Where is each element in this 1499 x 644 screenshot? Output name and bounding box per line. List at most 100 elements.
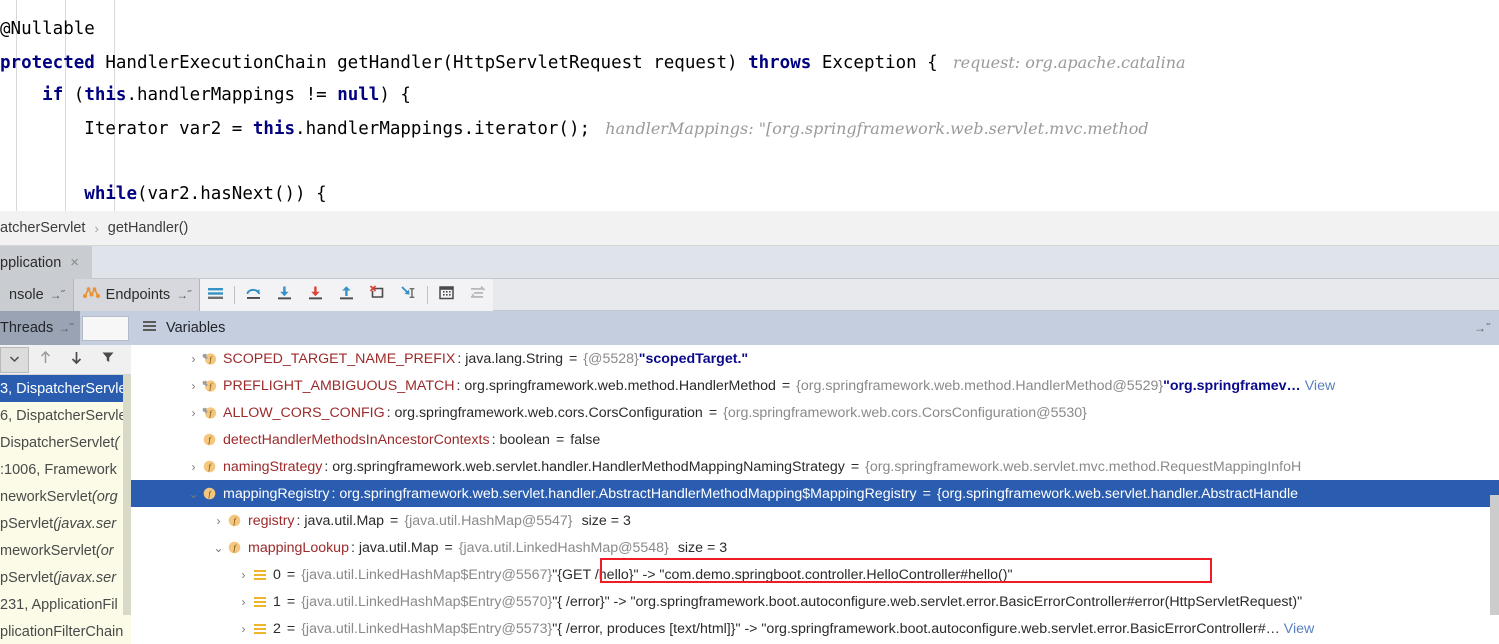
close-icon[interactable]: × bbox=[70, 254, 79, 271]
frame-item[interactable]: plicationFilterChain bbox=[0, 618, 131, 644]
variable-tail-value: "{GET /hello}" -> "com.demo.springboot.c… bbox=[552, 566, 1013, 583]
frames-panel[interactable]: Threads →˝ 3, DispatcherServle 6, Dispat… bbox=[0, 311, 131, 644]
variable-ref: {@5528} bbox=[583, 350, 639, 367]
expand-collapse-icon[interactable]: ⌄ bbox=[211, 541, 226, 555]
code-line[interactable] bbox=[0, 145, 1499, 178]
frame-item[interactable]: DispatcherServlet ( bbox=[0, 429, 131, 456]
variable-row[interactable]: › f SCOPED_TARGET_NAME_PREFIX: java.lang.S… bbox=[131, 345, 1499, 372]
frames-dropdown[interactable] bbox=[0, 346, 29, 373]
frames-down-button[interactable] bbox=[62, 347, 91, 373]
frame-item-package: ( bbox=[114, 434, 120, 451]
frames-scrollbar[interactable] bbox=[123, 375, 131, 615]
variable-row[interactable]: › 0 = {java.util.LinkedHashMap$Entry@5567} … bbox=[131, 561, 1499, 588]
frame-item[interactable]: 6, DispatcherServle bbox=[0, 402, 131, 429]
code-token: (var2.hasNext()) { bbox=[136, 184, 327, 204]
variable-name: 0 bbox=[273, 566, 281, 583]
code-token: .handlerMappings.iterator(); bbox=[295, 119, 591, 139]
mute-breakpoints-icon bbox=[468, 284, 487, 306]
evaluate-expression-button[interactable] bbox=[431, 279, 462, 311]
variables-scrollbar[interactable] bbox=[1490, 495, 1499, 615]
run-to-cursor-button[interactable] bbox=[393, 279, 424, 311]
variable-type: : java.util.Map bbox=[350, 539, 439, 556]
tab-threads-pin-icon[interactable]: →˝ bbox=[58, 321, 73, 335]
drop-frame-button[interactable] bbox=[362, 279, 393, 311]
expand-icon[interactable]: › bbox=[186, 352, 201, 366]
tab-endpoints[interactable]: Endpoints →˝ bbox=[73, 278, 201, 311]
variable-equals: = bbox=[390, 512, 399, 529]
code-token: ( bbox=[73, 85, 85, 105]
variable-row[interactable]: ⌄ f mappingLookup: java.util.Map = {java.uti… bbox=[131, 534, 1499, 561]
frame-item[interactable]: 231, ApplicationFil bbox=[0, 591, 131, 618]
frame-item[interactable]: pServlet (javax.ser bbox=[0, 564, 131, 591]
variable-row[interactable]: › f PREFLIGHT_AMBIGUOUS_MATCH: org.springf… bbox=[131, 372, 1499, 399]
frame-item-package: (or bbox=[95, 542, 114, 559]
variables-tree[interactable]: › f SCOPED_TARGET_NAME_PREFIX: java.lang.S… bbox=[131, 345, 1499, 644]
breadcrumb-item-method[interactable]: getHandler() bbox=[108, 220, 189, 236]
frame-item-label: neworkServlet bbox=[0, 488, 92, 505]
step-into-button[interactable] bbox=[269, 279, 300, 311]
variable-row[interactable]: ⌄ f mappingRegistry: org.springframework.w… bbox=[131, 480, 1499, 507]
tab-threads[interactable]: Threads →˝ bbox=[0, 311, 81, 345]
breadcrumb[interactable]: atcherServlet › getHandler() bbox=[0, 211, 1499, 246]
expand-icon[interactable]: › bbox=[211, 514, 226, 528]
code-editor[interactable]: @Nullable protected HandlerExecutionChain… bbox=[0, 0, 1499, 211]
variable-row[interactable]: › f registry: java.util.Map = {java.util.Has… bbox=[131, 507, 1499, 534]
expand-icon[interactable]: › bbox=[186, 406, 201, 420]
thread-selector[interactable] bbox=[82, 315, 129, 341]
variable-row[interactable]: › f ALLOW_CORS_CONFIG: org.springframework… bbox=[131, 399, 1499, 426]
frames-filter-button[interactable] bbox=[93, 347, 122, 373]
view-link[interactable]: View bbox=[1284, 621, 1315, 637]
code-line[interactable]: while(var2.hasNext()) { bbox=[0, 178, 1499, 211]
frame-item[interactable]: neworkServlet (org bbox=[0, 483, 131, 510]
variable-row[interactable]: › 1 = {java.util.LinkedHashMap$Entry@5570} … bbox=[131, 588, 1499, 615]
code-line[interactable]: @Nullable bbox=[0, 13, 1499, 46]
breadcrumb-item-class[interactable]: atcherServlet bbox=[0, 220, 85, 236]
code-token: .handlerMappings != bbox=[126, 85, 338, 105]
expand-icon[interactable]: › bbox=[236, 568, 251, 582]
frame-item[interactable]: 3, DispatcherServle bbox=[0, 375, 131, 402]
variable-row[interactable]: f detectHandlerMethodsInAncestorContexts:… bbox=[131, 426, 1499, 453]
variable-ref: {org.springframework.web.method.HandlerM… bbox=[796, 377, 1164, 394]
code-line[interactable]: Iterator var2 = this.handlerMappings.ite… bbox=[0, 112, 1499, 145]
expand-collapse-icon[interactable]: ⌄ bbox=[186, 487, 201, 501]
frame-item[interactable]: :1006, Framework bbox=[0, 456, 131, 483]
expand-icon[interactable]: › bbox=[186, 460, 201, 474]
tab-console[interactable]: nsole →˝ bbox=[0, 278, 74, 311]
entry-icon bbox=[251, 622, 268, 636]
variable-string-value: "org.springframev… bbox=[1163, 377, 1301, 394]
frames-up-button[interactable] bbox=[31, 347, 60, 373]
code-line[interactable]: protected HandlerExecutionChain getHandl… bbox=[0, 46, 1499, 79]
static-field-icon: f bbox=[201, 351, 218, 366]
frames-controls bbox=[0, 345, 131, 375]
show-execution-point-button[interactable] bbox=[200, 279, 231, 311]
debug-panes: Threads →˝ 3, DispatcherServle 6, Dispat… bbox=[0, 311, 1499, 644]
code-line[interactable]: if (this.handlerMappings != null) { bbox=[0, 79, 1499, 112]
variables-pin-icon[interactable]: →˝ bbox=[1474, 321, 1490, 335]
run-to-cursor-icon bbox=[399, 284, 418, 306]
expand-icon[interactable]: › bbox=[236, 622, 251, 636]
frame-item[interactable]: pServlet (javax.ser bbox=[0, 510, 131, 537]
variables-panel[interactable]: Variables →˝ › f SCOPED_TARGET_NAME_PREFIX… bbox=[131, 311, 1499, 644]
step-out-button[interactable] bbox=[331, 279, 362, 311]
code-token: @Nullable bbox=[0, 19, 95, 39]
frame-item[interactable]: meworkServlet (or bbox=[0, 537, 131, 564]
entry-icon bbox=[251, 595, 268, 609]
variable-type: : org.springframework.web.servlet.handle… bbox=[331, 485, 917, 502]
variable-row[interactable]: › f namingStrategy: org.springframework.we… bbox=[131, 453, 1499, 480]
step-over-button[interactable] bbox=[238, 279, 269, 311]
expand-icon[interactable]: › bbox=[236, 595, 251, 609]
variable-type: : org.springframework.web.servlet.handle… bbox=[324, 458, 845, 475]
intellij-debugger-window: @Nullable protected HandlerExecutionChain… bbox=[0, 0, 1499, 644]
expand-icon[interactable]: › bbox=[186, 379, 201, 393]
variable-type: : java.lang.String bbox=[457, 350, 563, 367]
tab-application[interactable]: pplication × bbox=[0, 246, 93, 279]
variable-name: PREFLIGHT_AMBIGUOUS_MATCH bbox=[223, 377, 455, 394]
variable-row[interactable]: › 2 = {java.util.LinkedHashMap$Entry@5573} … bbox=[131, 615, 1499, 642]
tab-console-pin-icon[interactable]: →˝ bbox=[50, 288, 65, 302]
tab-endpoints-pin-icon[interactable]: →˝ bbox=[176, 288, 191, 302]
variable-ref: {java.util.HashMap@5547} bbox=[404, 512, 573, 529]
force-step-into-button[interactable] bbox=[300, 279, 331, 311]
variable-name: detectHandlerMethodsInAncestorContexts bbox=[223, 431, 490, 448]
view-link[interactable]: View bbox=[1305, 378, 1336, 394]
mute-breakpoints-button[interactable] bbox=[462, 279, 493, 311]
